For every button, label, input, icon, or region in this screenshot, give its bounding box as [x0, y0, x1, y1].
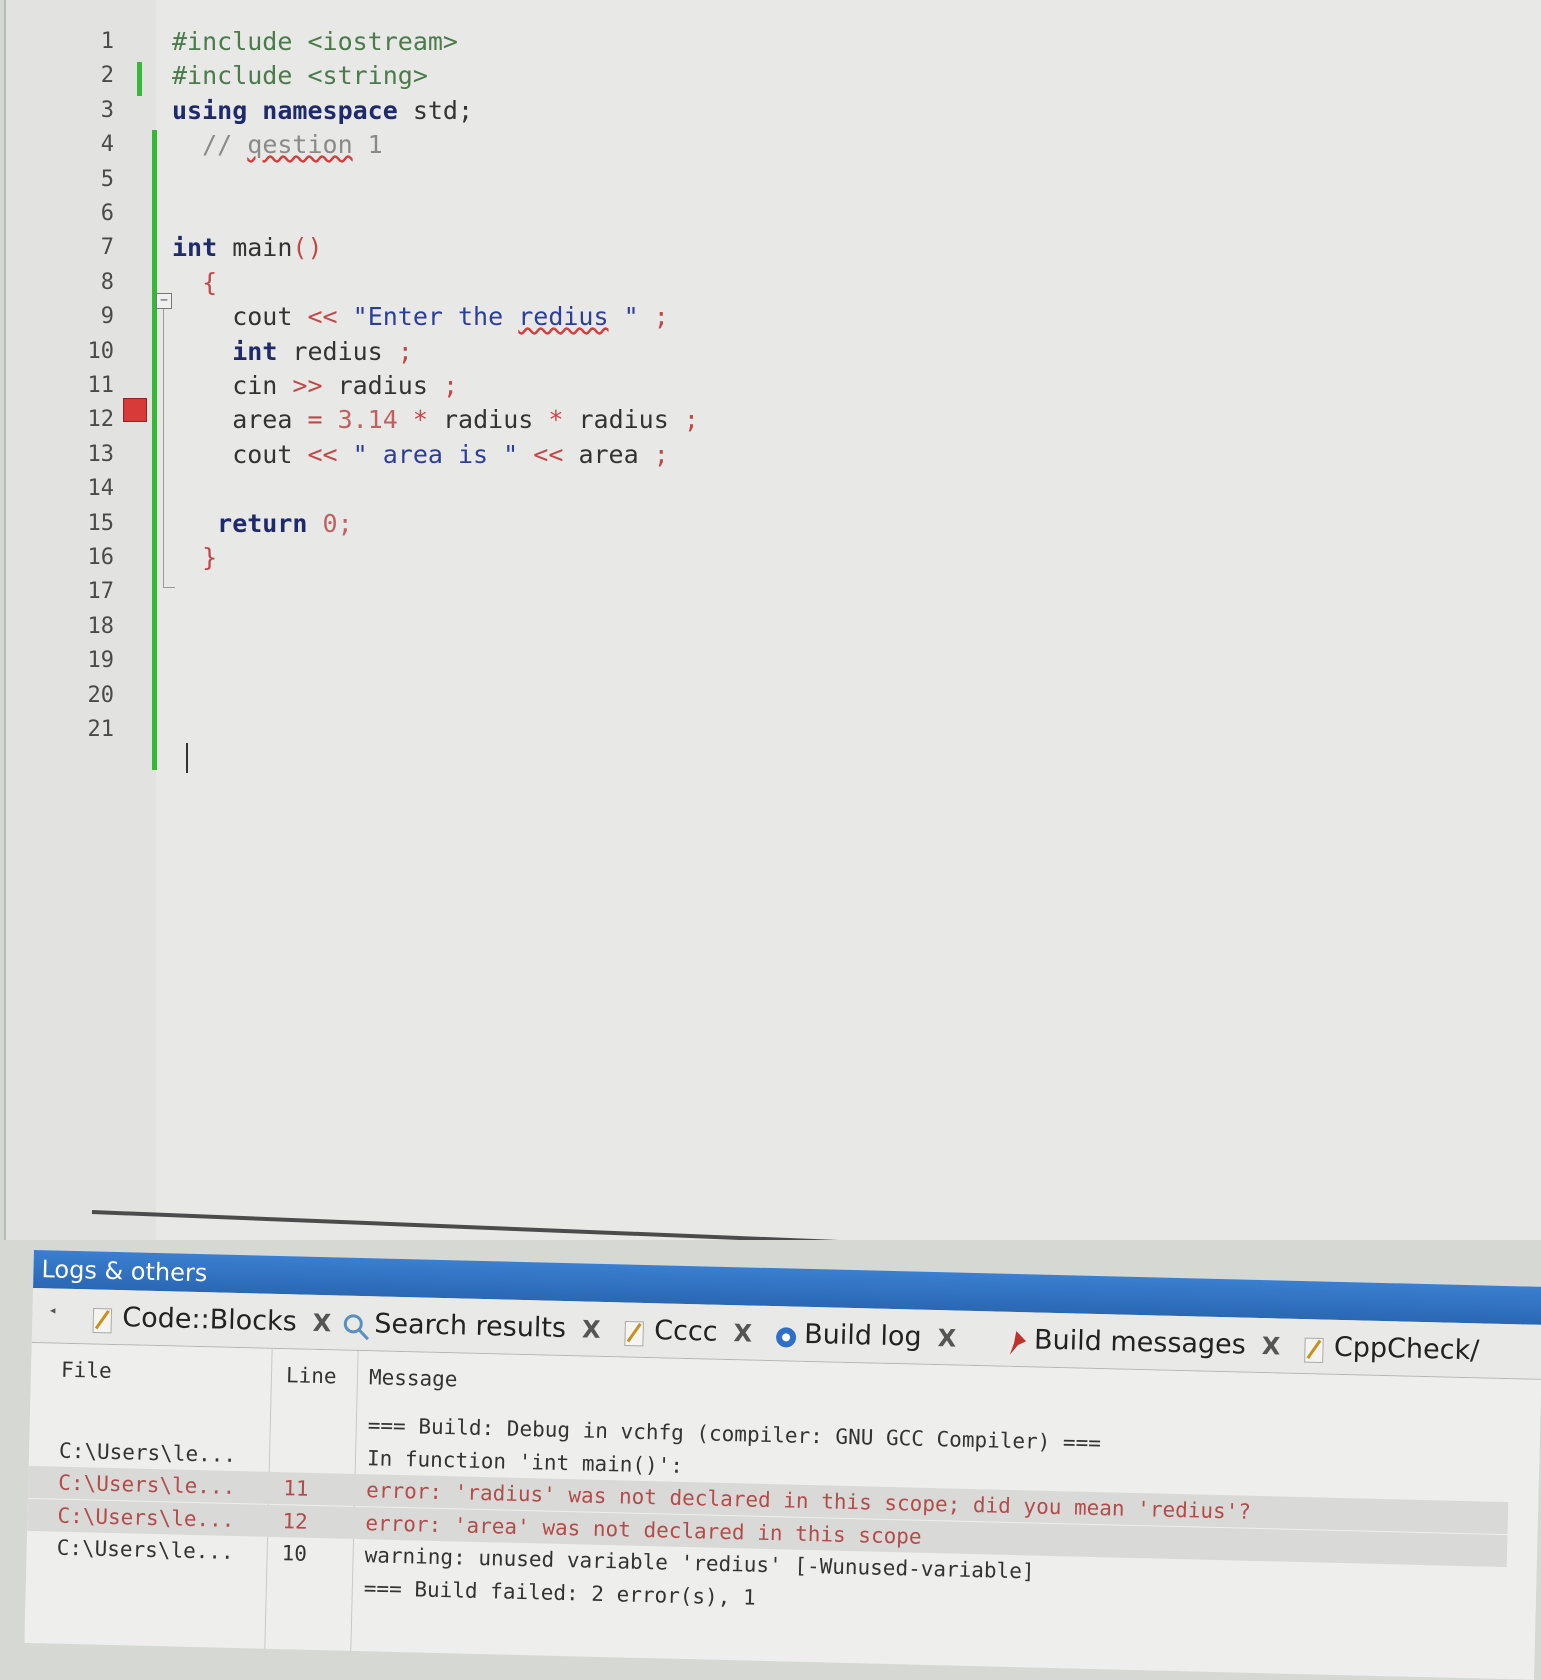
code-line[interactable]: 19	[6, 644, 1506, 678]
code-text: int main()	[172, 233, 323, 263]
code-text: return 0;	[217, 508, 353, 538]
line-number: 14	[87, 476, 115, 502]
logs-tab-label: Search results	[373, 1308, 567, 1345]
line-number: 5	[100, 166, 114, 192]
file-cell: C:\Users\le...	[58, 1470, 236, 1499]
line-number: 21	[87, 717, 115, 742]
pin-icon	[1002, 1326, 1027, 1355]
close-tab-icon[interactable]: X	[1261, 1332, 1280, 1360]
line-number: 7	[100, 235, 114, 261]
line-number: 17	[87, 579, 115, 605]
logs-tab-label: Build log	[803, 1318, 923, 1353]
file-cell: C:\Users\le...	[56, 1535, 234, 1564]
code-line[interactable]: 10 int redius ;	[6, 335, 1506, 369]
code-line[interactable]: 2 #include <string>	[6, 59, 1506, 93]
logs-tab[interactable]: Build messages X	[1002, 1318, 1281, 1369]
column-header-file[interactable]: File	[61, 1358, 112, 1383]
code-line[interactable]: 17	[6, 575, 1506, 609]
code-text: int redius ;	[232, 336, 413, 366]
code-text: area = 3.14 * radius * radius ;	[172, 405, 699, 435]
line-number: 15	[87, 510, 115, 536]
column-header-line[interactable]: Line	[286, 1363, 337, 1388]
line-number: 11	[87, 373, 115, 398]
code-line[interactable]: 6	[6, 197, 1506, 231]
code-text: using namespace std;	[172, 95, 474, 125]
code-line[interactable]: 3 using namespace std;	[6, 94, 1506, 128]
code-text: #include <iostream>	[172, 27, 458, 56]
tab-scroll-left-icon[interactable]: ◂	[48, 1302, 57, 1318]
line-number: 12	[87, 407, 115, 433]
logs-tab[interactable]: CppCheck/	[1301, 1325, 1480, 1373]
code-line[interactable]: 16 }	[6, 541, 1506, 575]
pencil-icon	[1302, 1334, 1327, 1363]
logs-tab-label: Code::Blocks	[121, 1302, 298, 1338]
logs-panel: Logs & others ◂ Code::Blocks X Search resu…	[24, 1250, 1541, 1680]
logs-tab-label: CppCheck/	[1333, 1331, 1480, 1367]
pencil-icon	[622, 1317, 647, 1346]
line-number: 6	[100, 201, 114, 226]
line-number: 13	[87, 441, 115, 467]
code-line[interactable]: 11 cin >> radius ;	[6, 369, 1506, 403]
code-editor[interactable]: − 1 #include <iostream> 2 #include <string>…	[4, 0, 1541, 1240]
horizontal-scrollbar[interactable]	[91, 1210, 1541, 1240]
code-line[interactable]: 20	[6, 679, 1506, 713]
code-line[interactable]: 13 cout << " area is " << area ;	[6, 438, 1506, 472]
text-caret	[186, 743, 188, 773]
line-cell: 12	[282, 1508, 309, 1534]
line-number: 8	[100, 269, 114, 295]
logs-tab-label: Build messages	[1033, 1324, 1247, 1361]
code-text: cout << "Enter the redius " ;	[172, 302, 669, 332]
line-number: 4	[100, 132, 114, 158]
code-line[interactable]: 9 cout << "Enter the redius " ;	[6, 300, 1506, 334]
file-cell: C:\Users\le...	[58, 1438, 237, 1467]
logs-tab[interactable]: Search results X	[342, 1302, 601, 1352]
line-number: 2	[100, 63, 114, 89]
file-cell: C:\Users\le...	[57, 1503, 235, 1532]
logs-tab-label: Cccc	[653, 1315, 718, 1348]
code-line[interactable]: 7 int main()	[6, 231, 1506, 265]
magnifier-icon	[342, 1310, 370, 1340]
code-text: }	[202, 543, 218, 572]
line-number: 1	[100, 29, 114, 54]
line-number: 20	[87, 682, 115, 708]
line-number: 10	[87, 338, 115, 364]
line-number: 3	[100, 97, 114, 123]
code-text: {	[202, 267, 218, 297]
logs-tab[interactable]: Build log X	[772, 1312, 957, 1360]
close-tab-icon[interactable]: X	[582, 1315, 601, 1343]
pencil-icon	[90, 1304, 115, 1333]
column-header-message[interactable]: Message	[369, 1365, 458, 1391]
line-number: 9	[100, 304, 114, 330]
code-line[interactable]: 18	[6, 610, 1506, 644]
close-tab-icon[interactable]: X	[312, 1309, 331, 1337]
close-tab-icon[interactable]: X	[937, 1324, 956, 1352]
line-number: 18	[87, 613, 115, 639]
code-line[interactable]: 1 #include <iostream>	[6, 25, 1506, 59]
line-cell: 11	[282, 1476, 309, 1501]
logs-tab[interactable]: Cccc X	[622, 1308, 753, 1355]
line-number: 19	[87, 648, 115, 674]
code-line[interactable]: 21	[6, 713, 1506, 747]
code-line[interactable]: 4 // qestion 1	[6, 128, 1506, 162]
code-text: #include <string>	[172, 61, 428, 91]
logs-tab[interactable]: Code::Blocks X	[90, 1295, 332, 1345]
build-messages-table: File Line Message === Build: Debug in vc…	[24, 1342, 1541, 1680]
code-text: cin >> radius ;	[172, 371, 459, 400]
code-line[interactable]: 15 return 0;	[6, 507, 1506, 541]
code-line[interactable]: 12 area = 3.14 * radius * radius ;	[6, 403, 1506, 437]
code-line[interactable]: 8 {	[6, 266, 1506, 300]
code-text: // qestion 1	[202, 130, 383, 160]
code-text: cout << " area is " << area ;	[172, 439, 669, 469]
code-line[interactable]: 5	[6, 163, 1506, 197]
line-number: 16	[87, 545, 115, 570]
code-line[interactable]: 14	[6, 472, 1506, 506]
gear-icon	[772, 1321, 797, 1350]
close-tab-icon[interactable]: X	[733, 1319, 752, 1347]
line-cell: 10	[281, 1541, 308, 1566]
